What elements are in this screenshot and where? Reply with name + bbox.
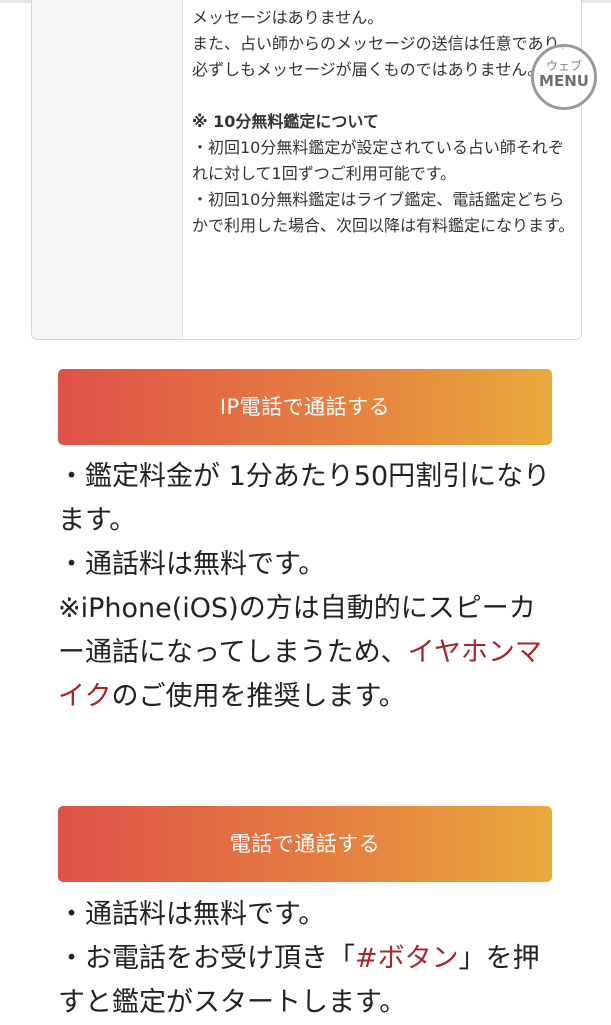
ip-call-description: ・鑑定料金が 1分あたり50円割引になります。 ・通話料は無料です。 ※iPho… — [58, 455, 558, 719]
info-box-label-column — [32, 0, 183, 339]
info-line-message-optional: また、占い師からのメッセージの送信は任意であり、必ずしもメッセージが届くものでは… — [192, 34, 575, 79]
fortune-info-box: メッセージはありません。 また、占い師からのメッセージの送信は任意であり、必ずし… — [31, 0, 582, 340]
hash-instruction-pre: ・お電話をお受け頂き「 — [58, 943, 355, 974]
hash-button-link[interactable]: #ボタン — [355, 943, 459, 974]
phone-call-free-text: ・通話料は無料です。 — [58, 899, 326, 930]
web-menu-label-bottom: MENU — [539, 72, 589, 90]
iphone-note-post: のご使用を推奨します。 — [111, 681, 406, 712]
info-box-content: メッセージはありません。 また、占い師からのメッセージの送信は任意であり、必ずし… — [192, 0, 577, 239]
ip-call-discount-text: ・鑑定料金が 1分あたり50円割引になります。 — [58, 461, 551, 536]
phone-call-button[interactable]: 電話で通話する — [58, 806, 552, 882]
phone-call-hash-instruction: ・お電話をお受け頂き「#ボタン」を押すと鑑定がスタートします。 — [58, 937, 558, 1025]
phone-call-description: ・通話料は無料です。 ・お電話をお受け頂き「#ボタン」を押すと鑑定がスタートしま… — [58, 893, 558, 1025]
ip-call-free-text: ・通話料は無料です。 — [58, 549, 326, 580]
free-reading-item-1: ・初回10分無料鑑定が設定されている占い師それぞれに対して1回ずつご利用可能です… — [192, 138, 564, 183]
free-reading-item-2: ・初回10分無料鑑定はライブ鑑定、電話鑑定どちらかで利用した場合、次回以降は有料… — [192, 190, 575, 235]
ip-call-iphone-note: ※iPhone(iOS)の方は自動的にスピーカー通話になってしまうため、イヤホン… — [58, 587, 558, 719]
free-reading-heading: ※ 10分無料鑑定について — [192, 112, 379, 131]
info-line-no-message: メッセージはありません。 — [192, 8, 384, 27]
ip-call-button[interactable]: IP電話で通話する — [58, 369, 552, 445]
web-menu-button[interactable]: ウェブ MENU — [531, 44, 597, 110]
